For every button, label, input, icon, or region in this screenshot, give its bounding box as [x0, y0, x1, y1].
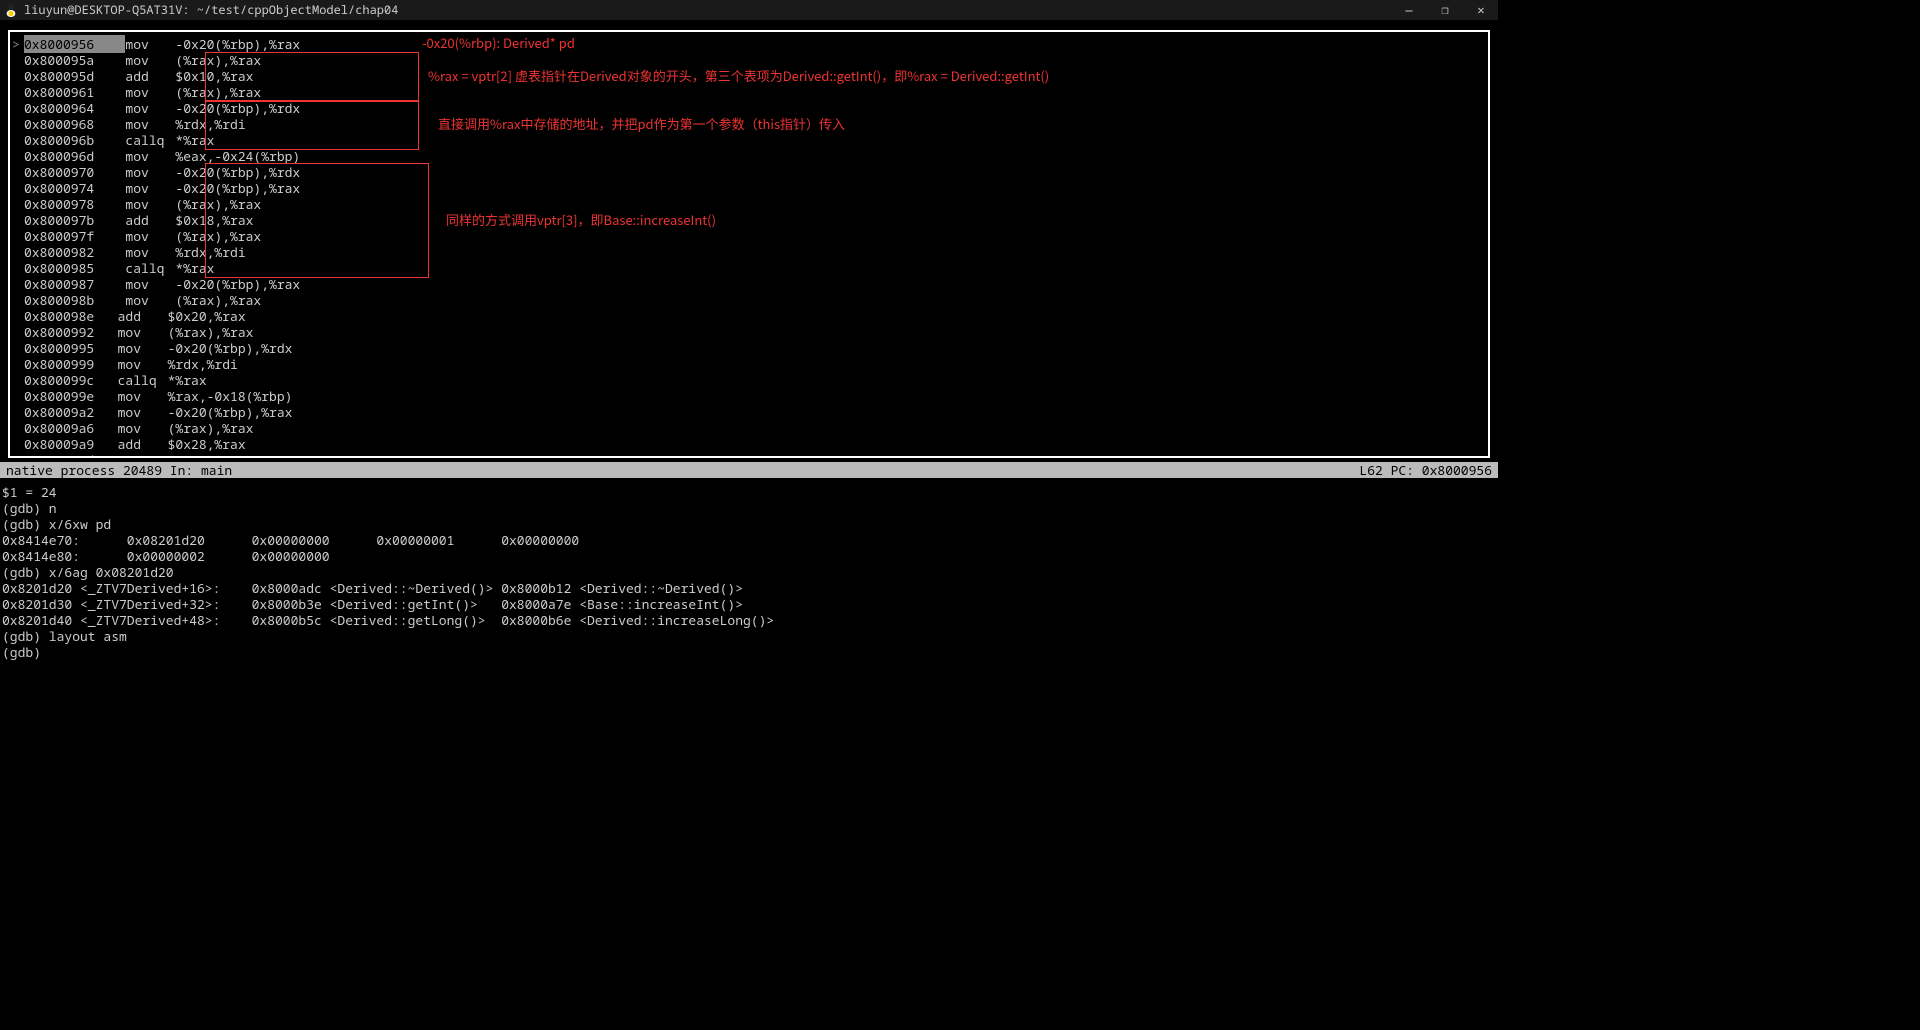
- asm-row[interactable]: 0x8000999 mov%rdx,%rdi: [24, 356, 1488, 372]
- tux-icon: [4, 3, 18, 17]
- asm-row[interactable]: 0x8000985 callq*%rax: [24, 260, 1488, 276]
- asm-row[interactable]: 0x8000982 mov%rdx,%rdi: [24, 244, 1488, 260]
- asm-row[interactable]: 0x800099e mov%rax,-0x18(%rbp): [24, 388, 1488, 404]
- asm-row[interactable]: 0x8000987 mov-0x20(%rbp),%rax: [24, 276, 1488, 292]
- title-bar: liuyun@DESKTOP-Q5AT31V: ~/test/cppObject…: [0, 0, 1498, 20]
- status-left: native process 20489 In: main: [6, 462, 232, 478]
- annot-3: 直接调用%rax中存储的地址，并把pd作为第一个参数（this指针）传入: [438, 116, 845, 132]
- gdb-line: $1 = 24: [2, 484, 1498, 500]
- gdb-line: 0x8201d30 <_ZTV7Derived+32>: 0x8000b3e <…: [2, 596, 1498, 612]
- gdb-line: (gdb) x/6ag 0x08201d20: [2, 564, 1498, 580]
- annot-4: 同样的方式调用vptr[3]，即Base::increaseInt(): [446, 212, 716, 228]
- gdb-line: 0x8201d20 <_ZTV7Derived+16>: 0x8000adc <…: [2, 580, 1498, 596]
- asm-row[interactable]: 0x80009a2 mov-0x20(%rbp),%rax: [24, 404, 1488, 420]
- asm-row[interactable]: 0x800098b mov(%rax),%rax: [24, 292, 1488, 308]
- asm-row[interactable]: 0x800097b add$0x18,%rax: [24, 212, 1488, 228]
- window-controls: — ❐ ✕: [1402, 2, 1494, 18]
- asm-row[interactable]: 0x8000974 mov-0x20(%rbp),%rax: [24, 180, 1488, 196]
- asm-row[interactable]: 0x8000992 mov(%rax),%rax: [24, 324, 1488, 340]
- asm-row[interactable]: 0x80009a9 add$0x28,%rax: [24, 436, 1488, 452]
- asm-row[interactable]: 0x8000961 mov(%rax),%rax: [24, 84, 1488, 100]
- gdb-line: (gdb) n: [2, 500, 1498, 516]
- gdb-line: 0x8201d40 <_ZTV7Derived+48>: 0x8000b5c <…: [2, 612, 1498, 628]
- asm-row[interactable]: 0x8000995 mov-0x20(%rbp),%rdx: [24, 340, 1488, 356]
- gdb-line: 0x8414e70: 0x08201d20 0x00000000 0x00000…: [2, 532, 1498, 548]
- gdb-console[interactable]: $1 = 24(gdb) n(gdb) x/6xw pd0x8414e70: 0…: [0, 478, 1498, 660]
- status-bar: native process 20489 In: main L62 PC: 0x…: [0, 462, 1498, 478]
- asm-panel[interactable]: >0x8000956 mov-0x20(%rbp),%rax0x800095a …: [8, 30, 1490, 458]
- asm-row[interactable]: 0x800097f mov(%rax),%rax: [24, 228, 1488, 244]
- gdb-line: (gdb) x/6xw pd: [2, 516, 1498, 532]
- asm-row[interactable]: 0x8000978 mov(%rax),%rax: [24, 196, 1488, 212]
- status-right: L62 PC: 0x8000956: [1359, 462, 1492, 478]
- gdb-line: (gdb) layout asm: [2, 628, 1498, 644]
- asm-row[interactable]: >0x8000956 mov-0x20(%rbp),%rax: [24, 36, 1488, 52]
- annot-2: %rax = vptr[2] 虚表指针在Derived对象的开头，第三个表项为D…: [428, 68, 1049, 84]
- gdb-line: (gdb): [2, 644, 1498, 660]
- minimize-button[interactable]: —: [1402, 2, 1416, 18]
- maximize-button[interactable]: ❐: [1438, 2, 1452, 18]
- close-button[interactable]: ✕: [1474, 2, 1488, 18]
- annot-1: -0x20(%rbp): Derived* pd: [422, 35, 575, 51]
- asm-row[interactable]: 0x800098e add$0x20,%rax: [24, 308, 1488, 324]
- asm-row[interactable]: 0x800096b callq*%rax: [24, 132, 1488, 148]
- window-title: liuyun@DESKTOP-Q5AT31V: ~/test/cppObject…: [24, 2, 398, 18]
- asm-row[interactable]: 0x800096d mov%eax,-0x24(%rbp): [24, 148, 1488, 164]
- gdb-line: 0x8414e80: 0x00000002 0x00000000: [2, 548, 1498, 564]
- asm-row[interactable]: 0x8000970 mov-0x20(%rbp),%rdx: [24, 164, 1488, 180]
- asm-row[interactable]: 0x800099c callq*%rax: [24, 372, 1488, 388]
- asm-row[interactable]: 0x80009a6 mov(%rax),%rax: [24, 420, 1488, 436]
- asm-row[interactable]: 0x80009ad mov(%rax),%rax: [24, 452, 1488, 458]
